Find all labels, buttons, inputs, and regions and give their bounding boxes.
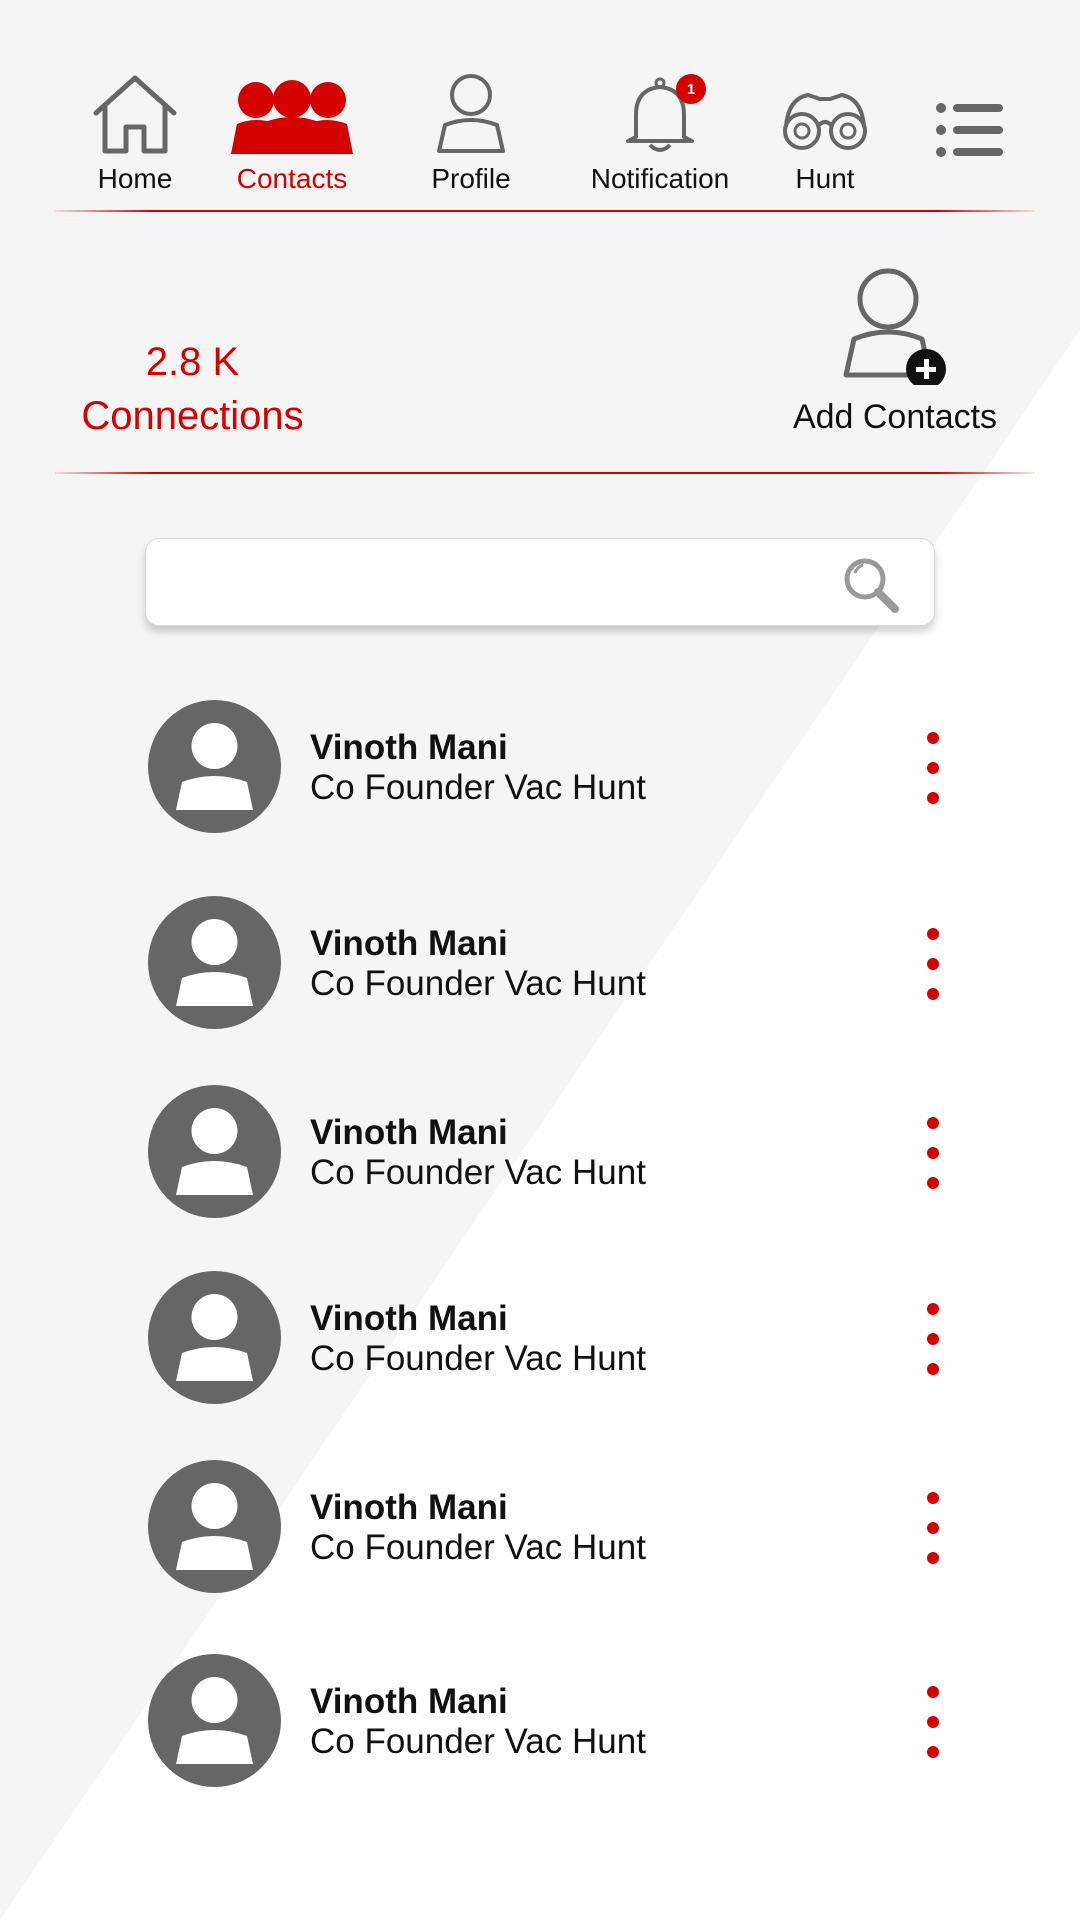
profile-icon <box>401 60 541 155</box>
nav-profile[interactable]: Profile <box>391 60 551 195</box>
stats-divider <box>55 472 1035 474</box>
connections-summary: 2.8 K Connections <box>60 335 325 443</box>
nav-menu[interactable] <box>905 60 1035 195</box>
contact-title: Co Founder Vac Hunt <box>310 1339 646 1378</box>
nav-contacts[interactable]: Contacts <box>212 60 372 195</box>
connections-count: 2.8 K <box>145 340 240 384</box>
notification-badge: 1 <box>676 74 706 104</box>
contact-name: Vinoth Mani <box>310 728 508 767</box>
contacts-group-icon <box>222 60 362 155</box>
more-options-icon[interactable] <box>918 924 948 1004</box>
contact-name: Vinoth Mani <box>310 1488 508 1527</box>
nav-home[interactable]: Home <box>55 60 215 195</box>
menu-icon <box>900 60 1040 160</box>
nav-hunt-label: Hunt <box>795 163 855 194</box>
nav-profile-label: Profile <box>431 163 511 194</box>
contact-name: Vinoth Mani <box>310 1299 508 1338</box>
avatar-icon <box>148 1271 281 1404</box>
avatar-icon <box>148 1085 281 1218</box>
home-icon <box>65 60 205 155</box>
contact-title: Co Founder Vac Hunt <box>310 964 646 1003</box>
nav-contacts-label: Contacts <box>236 163 348 194</box>
add-contacts-label: Add Contacts <box>792 398 998 436</box>
connections-label: Connections <box>81 394 304 438</box>
search-bar <box>145 538 935 626</box>
add-contact-icon <box>843 268 946 389</box>
contact-name: Vinoth Mani <box>310 1682 508 1721</box>
avatar-icon <box>148 700 281 833</box>
search-input[interactable] <box>166 559 826 607</box>
contact-list-item[interactable]: Vinoth Mani Co Founder Vac Hunt <box>148 700 968 835</box>
contact-list-item[interactable]: Vinoth Mani Co Founder Vac Hunt <box>148 896 968 1031</box>
bell-icon <box>590 60 730 155</box>
nav-notification[interactable]: 1 Notification <box>570 60 750 195</box>
more-options-icon[interactable] <box>918 1299 948 1379</box>
nav-notification-label: Notification <box>590 163 730 194</box>
top-navigation: Home Contacts Profile 1 Notification Hun… <box>55 60 1035 210</box>
search-icon[interactable] <box>839 553 903 617</box>
contact-list-item[interactable]: Vinoth Mani Co Founder Vac Hunt <box>148 1271 968 1406</box>
add-contacts-button[interactable]: Add Contacts <box>780 265 1010 437</box>
header-divider <box>55 210 1035 212</box>
contacts-screen: Home Contacts Profile 1 Notification Hun… <box>0 0 1080 1920</box>
nav-hunt[interactable]: Hunt <box>745 60 905 195</box>
contact-title: Co Founder Vac Hunt <box>310 1153 646 1192</box>
contact-list-item[interactable]: Vinoth Mani Co Founder Vac Hunt <box>148 1460 968 1595</box>
contact-name: Vinoth Mani <box>310 924 508 963</box>
contact-name: Vinoth Mani <box>310 1113 508 1152</box>
nav-home-label: Home <box>97 163 173 194</box>
more-options-icon[interactable] <box>918 1488 948 1568</box>
avatar-icon <box>148 896 281 1029</box>
more-options-icon[interactable] <box>918 1113 948 1193</box>
avatar-icon <box>148 1654 281 1787</box>
binoculars-icon <box>755 60 895 155</box>
contact-title: Co Founder Vac Hunt <box>310 1528 646 1567</box>
contact-list-item[interactable]: Vinoth Mani Co Founder Vac Hunt <box>148 1654 968 1789</box>
avatar-icon <box>148 1460 281 1593</box>
more-options-icon[interactable] <box>918 1682 948 1762</box>
contact-title: Co Founder Vac Hunt <box>310 768 646 807</box>
contact-list-item[interactable]: Vinoth Mani Co Founder Vac Hunt <box>148 1085 968 1220</box>
contact-title: Co Founder Vac Hunt <box>310 1722 646 1761</box>
more-options-icon[interactable] <box>918 728 948 808</box>
